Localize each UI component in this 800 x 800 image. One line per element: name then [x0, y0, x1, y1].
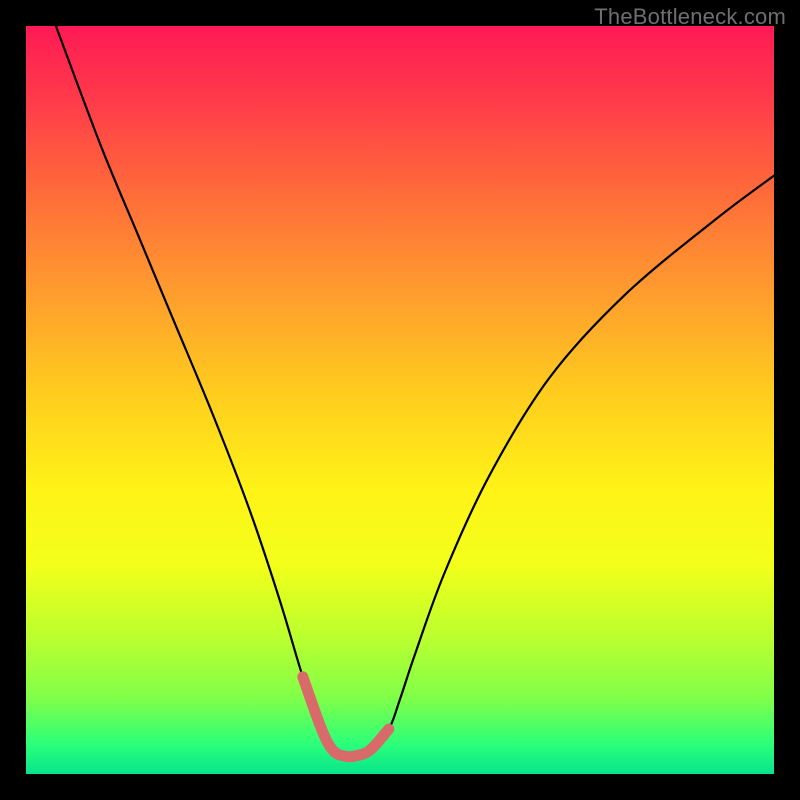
gradient-plot-area — [26, 26, 774, 774]
watermark-text: TheBottleneck.com — [594, 4, 786, 30]
plot-svg — [26, 26, 774, 774]
bottleneck-curve — [56, 26, 774, 757]
optimal-range-highlight — [303, 677, 389, 757]
